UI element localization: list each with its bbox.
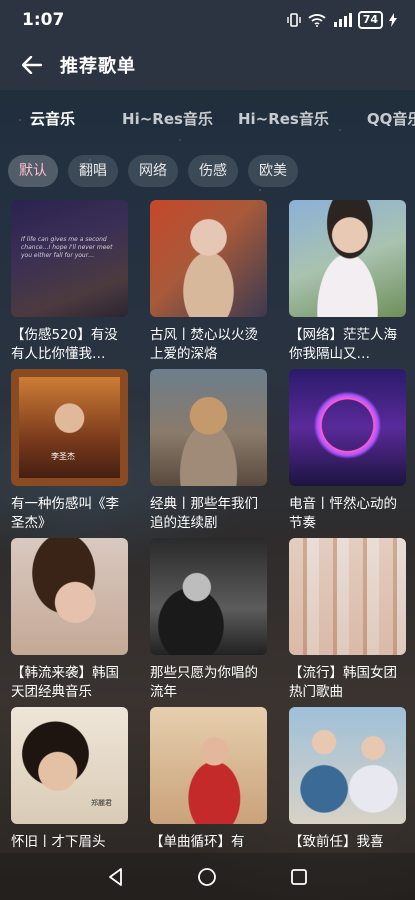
playlist-card[interactable]: 经典丨那些年我们追的连续剧 <box>150 369 267 538</box>
playlist-cover <box>150 538 267 655</box>
playlist-title: 电音丨怦然心动的节奏 <box>289 496 397 531</box>
battery-indicator: 74 <box>357 11 383 29</box>
playlist-card[interactable]: 【单曲循环】有 <box>150 707 267 876</box>
playlist-card[interactable]: 李圣杰 有一种伤感叫《李圣杰》 <box>11 369 128 538</box>
chip-western[interactable]: 欧美 <box>248 155 298 187</box>
chip-sad[interactable]: 伤感 <box>188 155 238 187</box>
playlist-cover: 郑麗君 <box>11 707 128 824</box>
app-header: 推荐歌单 <box>0 40 415 90</box>
playlist-cover <box>150 200 267 317</box>
playlist-card[interactable]: 那些只愿为你唱的流年 <box>150 538 267 707</box>
back-button[interactable] <box>22 54 44 76</box>
playlist-card[interactable]: 【致前任】我喜 <box>289 707 406 876</box>
playlist-title: 【单曲循环】有 <box>150 834 245 850</box>
playlist-title: 有一种伤感叫《李圣杰》 <box>11 496 119 531</box>
tab-qq-music[interactable]: QQ音乐 <box>367 108 415 129</box>
chip-cover[interactable]: 翻唱 <box>68 155 118 187</box>
category-tabs: 云音乐 Hi~Res音乐 Hi~Res音乐 QQ音乐 <box>0 96 415 140</box>
wifi-icon <box>308 14 326 27</box>
playlist-title: 【流行】韩国女团热门歌曲 <box>289 665 397 700</box>
cover-caption: If life can gives me a second chance…I h… <box>21 236 113 259</box>
status-time: 1:07 <box>22 10 65 30</box>
playlist-title: 怀旧丨才下眉头 <box>11 834 106 850</box>
playlist-cover <box>289 200 406 317</box>
cover-caption: 李圣杰 <box>51 452 75 461</box>
nav-recents-icon[interactable] <box>289 867 309 887</box>
playlist-grid: If life can gives me a second chance…I h… <box>11 200 406 876</box>
playlist-cover: If life can gives me a second chance…I h… <box>11 200 128 317</box>
signal-icon <box>333 13 352 27</box>
playlist-card[interactable]: 【韩流来袭】韩国天团经典音乐 <box>11 538 128 707</box>
playlist-title: 经典丨那些年我们追的连续剧 <box>150 496 258 531</box>
arrow-left-icon <box>22 56 42 74</box>
playlist-cover <box>150 707 267 824</box>
playlist-cover: 李圣杰 <box>11 369 128 486</box>
playlist-card[interactable]: 【流行】韩国女团热门歌曲 <box>289 538 406 707</box>
playlist-cover <box>150 369 267 486</box>
tab-hires-music-1[interactable]: Hi~Res音乐 <box>122 108 213 129</box>
status-bar: 1:07 74 <box>0 0 415 40</box>
nav-home-icon[interactable] <box>197 867 217 887</box>
playlist-card[interactable]: 电音丨怦然心动的节奏 <box>289 369 406 538</box>
status-icons: 74 <box>286 11 397 29</box>
playlist-title: 【致前任】我喜 <box>289 834 384 850</box>
system-nav-bar <box>0 853 415 900</box>
playlist-cover <box>289 707 406 824</box>
cover-caption: 郑麗君 <box>91 799 112 807</box>
playlist-title: 古风丨焚心以火烫上爱的深烙 <box>150 327 258 362</box>
playlist-cover <box>289 538 406 655</box>
vibrate-icon <box>286 13 301 27</box>
tab-hires-music-2[interactable]: Hi~Res音乐 <box>238 108 329 129</box>
playlist-card[interactable]: If life can gives me a second chance…I h… <box>11 200 128 369</box>
charging-icon <box>389 13 397 27</box>
playlist-card[interactable]: 郑麗君 怀旧丨才下眉头 <box>11 707 128 876</box>
playlist-title: 那些只愿为你唱的流年 <box>150 665 258 700</box>
page-title: 推荐歌单 <box>60 56 136 77</box>
playlist-cover <box>11 538 128 655</box>
nav-back-icon[interactable] <box>106 867 126 887</box>
filter-chips: 默认 翻唱 网络 伤感 欧美 <box>0 154 415 188</box>
chip-default[interactable]: 默认 <box>8 155 58 187</box>
playlist-card[interactable]: 【网络】茫茫人海 你我隔山又… <box>289 200 406 369</box>
playlist-cover <box>289 369 406 486</box>
playlist-title: 【网络】茫茫人海 你我隔山又… <box>289 327 397 362</box>
playlist-card[interactable]: 古风丨焚心以火烫上爱的深烙 <box>150 200 267 369</box>
playlist-title: 【韩流来袭】韩国天团经典音乐 <box>11 665 119 700</box>
tab-cloud-music[interactable]: 云音乐 <box>30 108 75 129</box>
playlist-title: 【伤感520】有没有人比你懂我… <box>11 327 118 362</box>
chip-network[interactable]: 网络 <box>128 155 178 187</box>
